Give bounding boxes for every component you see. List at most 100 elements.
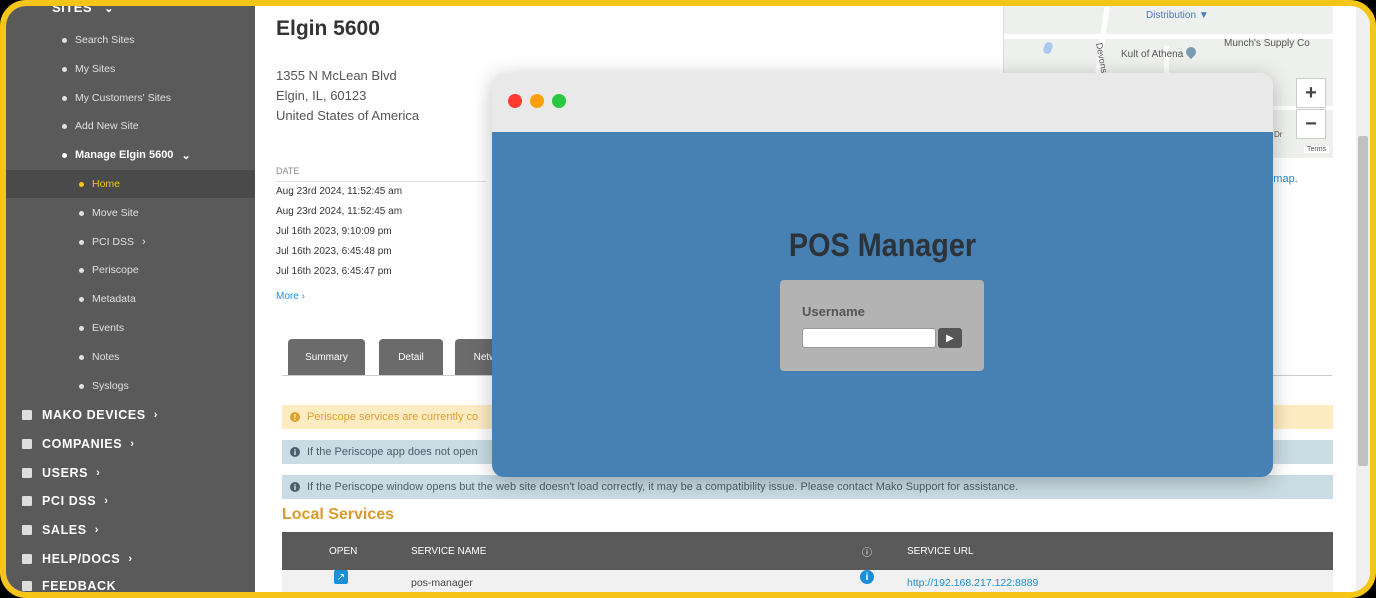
more-link[interactable]: More ›	[276, 291, 305, 302]
column-service-name: SERVICE NAME	[411, 545, 487, 557]
scrollbar-thumb[interactable]	[1358, 136, 1368, 466]
chat-icon	[22, 581, 32, 591]
sidebar: SITES ⌄ Search Sites My Sites My Custome…	[6, 6, 255, 592]
bullet-icon	[62, 37, 67, 43]
bullet-icon	[79, 181, 84, 187]
username-label: Username	[802, 304, 865, 319]
pos-manager-window: POS Manager Username ▶	[492, 73, 1273, 477]
sidebar-section-pci-dss[interactable]: PCI DSS ›	[6, 487, 255, 515]
map-terms-link[interactable]: Terms	[1304, 146, 1330, 153]
maximize-window-button[interactable]	[552, 94, 566, 108]
section-label: SALES	[42, 523, 87, 537]
section-label: FEEDBACK	[42, 579, 117, 592]
sidebar-item-manage-site[interactable]: Manage Elgin 5600 ⌄	[6, 141, 255, 169]
sidebar-section-companies[interactable]: COMPANIES ›	[6, 430, 255, 458]
event-date: Aug 23rd 2024, 11:52:45 am	[276, 206, 403, 217]
sidebar-item-my-sites[interactable]: My Sites	[6, 55, 255, 83]
event-date: Jul 16th 2023, 9:10:09 pm	[276, 226, 392, 237]
sidebar-item-move-site[interactable]: Move Site	[6, 199, 255, 227]
alert-text: If the Periscope window opens but the we…	[307, 481, 1019, 493]
section-label: HELP/DOCS	[42, 552, 121, 566]
tab-summary[interactable]: Summary	[288, 339, 365, 375]
sidebar-section-mako-devices[interactable]: MAKO DEVICES ›	[6, 401, 255, 429]
sidebar-section-sales[interactable]: SALES ›	[6, 516, 255, 544]
user-icon	[22, 468, 32, 478]
chevron-down-icon: ⌄	[181, 149, 191, 162]
section-label: COMPANIES	[42, 437, 123, 451]
sidebar-item-label: My Sites	[75, 63, 116, 75]
event-date: Jul 16th 2023, 6:45:47 pm	[276, 266, 392, 277]
sidebar-item-label: PCI DSS	[92, 236, 135, 248]
sidebar-item-syslogs[interactable]: Syslogs	[6, 372, 255, 400]
map-pin-icon	[1183, 44, 1199, 60]
chevron-right-icon: ›	[153, 409, 159, 421]
sidebar-item-metadata[interactable]: Metadata	[6, 285, 255, 313]
sidebar-section-help-docs[interactable]: HELP/DOCS ›	[6, 545, 255, 573]
bullet-icon	[79, 325, 84, 331]
chevron-right-icon: ›	[96, 467, 101, 479]
username-input[interactable]	[802, 328, 936, 348]
building-icon	[22, 439, 32, 449]
window-titlebar[interactable]	[492, 73, 1273, 132]
screen-frame: SITES ⌄ Search Sites My Sites My Custome…	[0, 0, 1376, 598]
sidebar-item-pci-dss[interactable]: PCI DSS ›	[6, 228, 255, 256]
sidebar-item-home[interactable]: Home	[6, 170, 255, 198]
sidebar-item-my-customers-sites[interactable]: My Customers' Sites	[6, 84, 255, 112]
address-line-1: 1355 N McLean Blvd	[276, 68, 397, 83]
water-shape	[1042, 40, 1054, 56]
chevron-right-icon: ›	[142, 236, 146, 248]
sidebar-item-label: Move Site	[92, 207, 139, 219]
sidebar-section-sites[interactable]: SITES ⌄	[52, 6, 114, 15]
info-icon: i	[290, 447, 300, 457]
minimize-window-button[interactable]	[530, 94, 544, 108]
sidebar-item-label: Search Sites	[75, 34, 135, 46]
submit-arrow-button[interactable]: ▶	[938, 328, 962, 348]
sidebar-item-events[interactable]: Events	[6, 314, 255, 342]
sidebar-item-periscope[interactable]: Periscope	[6, 256, 255, 284]
sites-label: SITES	[52, 6, 93, 15]
bullet-icon	[62, 66, 67, 72]
zoom-in-button[interactable]: +	[1296, 78, 1326, 108]
divider	[276, 181, 486, 182]
chevron-right-icon: ›	[130, 438, 135, 450]
bullet-icon	[62, 123, 67, 129]
bullet-icon	[79, 210, 84, 216]
date-column-header: DATE	[276, 166, 300, 176]
chevron-right-icon: ›	[104, 495, 109, 507]
chevron-right-icon: ›	[94, 524, 99, 536]
sidebar-item-label: Add New Site	[75, 120, 139, 132]
chevron-down-icon: ⌄	[104, 6, 114, 15]
service-name: pos-manager	[411, 577, 473, 589]
map-label-dr: Dr	[1274, 130, 1283, 139]
column-open: OPEN	[329, 545, 358, 557]
section-label: MAKO DEVICES	[42, 408, 146, 422]
login-form: Username ▶	[780, 280, 984, 371]
address-line-3: United States of America	[276, 108, 420, 123]
event-date: Aug 23rd 2024, 11:52:45 am	[276, 186, 403, 197]
tab-detail[interactable]: Detail	[379, 339, 443, 375]
sidebar-item-label: Periscope	[92, 264, 139, 276]
shield-icon	[22, 496, 32, 506]
zoom-out-button[interactable]: −	[1296, 109, 1326, 139]
sidebar-item-notes[interactable]: Notes	[6, 343, 255, 371]
sidebar-section-feedback[interactable]: FEEDBACK	[6, 572, 255, 592]
service-url-link[interactable]: http://192.168.217.122:8889	[907, 570, 1038, 592]
close-window-button[interactable]	[508, 94, 522, 108]
pos-manager-body: POS Manager Username ▶	[492, 132, 1273, 477]
alert-text: If the Periscope app does not open	[307, 446, 478, 458]
section-label: PCI DSS	[42, 494, 97, 508]
map-label-munch: Munch's Supply Co	[1224, 38, 1310, 49]
event-date: Jul 16th 2023, 6:45:48 pm	[276, 246, 392, 257]
section-label: USERS	[42, 466, 89, 480]
sidebar-item-search-sites[interactable]: Search Sites	[6, 26, 255, 54]
sidebar-section-users[interactable]: USERS ›	[6, 459, 255, 487]
sidebar-item-add-new-site[interactable]: Add New Site	[6, 112, 255, 140]
map-label-distribution: Distribution ▼	[1146, 10, 1209, 21]
tab-label: Summary	[305, 351, 348, 363]
chevron-right-icon: ›	[128, 553, 133, 565]
compatibility-info-alert: i If the Periscope window opens but the w…	[282, 475, 1333, 499]
bullet-icon	[79, 239, 84, 245]
sidebar-item-label: Events	[92, 322, 125, 334]
sidebar-item-label: Notes	[92, 351, 120, 363]
table-row: ↗ pos-manager i http://192.168.217.122:8…	[282, 570, 1333, 592]
